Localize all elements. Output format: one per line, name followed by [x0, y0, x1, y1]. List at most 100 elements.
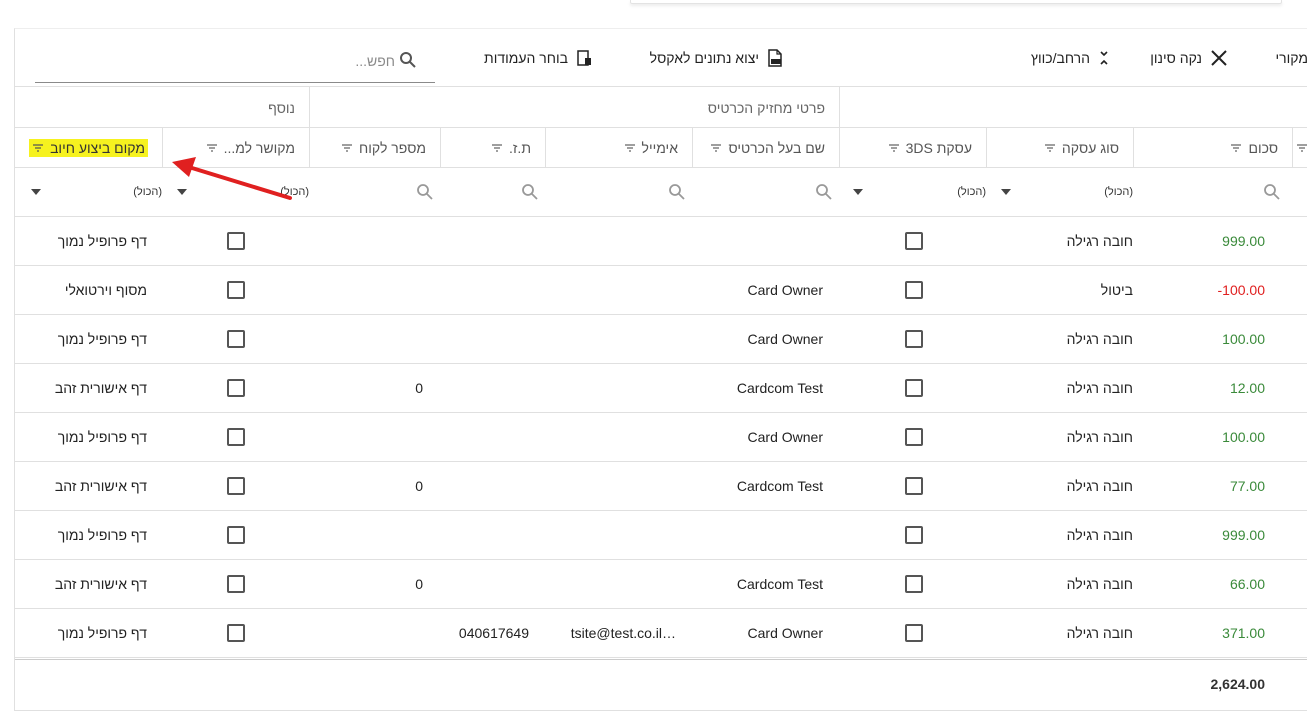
cell-amount: 12.00	[1229, 380, 1265, 396]
cell-deal-type: חובה רגילה	[1066, 429, 1133, 445]
id-number-filter-search[interactable]	[519, 168, 539, 216]
cell-card-owner: Cardcom Test	[736, 576, 823, 592]
cell-3ds-checkbox[interactable]	[905, 428, 923, 446]
search-box	[35, 42, 435, 83]
column-chooser-icon	[577, 50, 591, 66]
column-header-deal-type-label: סוג עסקה	[1061, 140, 1119, 156]
cell-3ds-checkbox[interactable]	[905, 624, 923, 642]
search-icon[interactable]	[668, 183, 686, 201]
clear-filter-button[interactable]: נקה סינון	[1150, 47, 1228, 69]
column-chooser-button[interactable]: בוחר העמודות	[484, 47, 592, 69]
search-input[interactable]	[95, 50, 395, 72]
filter-icon[interactable]	[32, 143, 44, 153]
table-row[interactable]: 66.00 חובה רגילה Cardcom Test 0 דף אישורית ז…	[15, 560, 1307, 609]
table-row[interactable]: 999.00 חובה רגילה דף פרופיל נמוך	[15, 217, 1307, 266]
column-header-charge-location[interactable]: מקום ביצוע חיוב	[15, 128, 162, 168]
filter-icon[interactable]	[624, 143, 636, 153]
cell-charge-location: דף פרופיל נמוך	[57, 429, 147, 445]
column-header-extra[interactable]	[1292, 128, 1307, 168]
table-row[interactable]: 12.00 חובה רגילה Cardcom Test 0 דף אישורית ז…	[15, 364, 1307, 413]
cell-card-owner: Cardcom Test	[736, 478, 823, 494]
filter-icon[interactable]	[710, 143, 722, 153]
search-icon[interactable]	[521, 183, 539, 201]
expand-collapse-button[interactable]: הרחב/כווץ	[1031, 47, 1110, 69]
column-chooser-label: בוחר העמודות	[484, 50, 568, 66]
original-button[interactable]: מקורי	[1276, 47, 1307, 69]
cell-linked-to-checkbox[interactable]	[227, 428, 245, 446]
column-header-customer-number[interactable]: מספר לקוח	[309, 128, 440, 168]
cell-linked-to-checkbox[interactable]	[227, 624, 245, 642]
linked-to-filter-value: (הכול)	[280, 186, 309, 198]
filter-icon[interactable]	[341, 143, 353, 153]
cell-amount: 999.00	[1222, 527, 1265, 543]
cell-deal-type: חובה רגילה	[1066, 331, 1133, 347]
card-owner-filter-search[interactable]	[813, 168, 833, 216]
cell-amount: 100.00	[1222, 429, 1265, 445]
top-strip	[0, 0, 1307, 28]
filter-icon[interactable]	[206, 143, 218, 153]
3ds-filter-select[interactable]: (הכול)	[853, 168, 986, 216]
cell-charge-location: דף אישורית זהב	[54, 380, 147, 396]
cell-3ds-checkbox[interactable]	[905, 575, 923, 593]
search-icon[interactable]	[416, 183, 434, 201]
deal-type-filter-value: (הכול)	[1104, 186, 1133, 198]
deal-type-filter-select[interactable]: (הכול)	[1001, 168, 1133, 216]
expand-collapse-label: הרחב/כווץ	[1030, 50, 1090, 66]
column-header-amount[interactable]: סכום	[1133, 128, 1292, 168]
data-grid: מקורי נקה סינון הרחב/כווץ יצוא נתונים לא…	[14, 28, 1307, 711]
cell-3ds-checkbox[interactable]	[905, 379, 923, 397]
cell-customer-number: 0	[415, 478, 423, 494]
cell-linked-to-checkbox[interactable]	[227, 477, 245, 495]
column-header-card-owner[interactable]: שם בעל הכרטיס	[692, 128, 839, 168]
column-header-3ds[interactable]: עסקת 3DS	[839, 128, 986, 168]
export-excel-label: יצוא נתונים לאקסל	[649, 50, 759, 66]
cell-linked-to-checkbox[interactable]	[227, 232, 245, 250]
table-row[interactable]: 100.00 חובה רגילה Card Owner דף פרופיל נמוך	[15, 413, 1307, 462]
cell-3ds-checkbox[interactable]	[905, 281, 923, 299]
cell-3ds-checkbox[interactable]	[905, 526, 923, 544]
cell-card-owner: Card Owner	[747, 331, 823, 347]
column-header-linked-to[interactable]: מקושר למ...	[162, 128, 309, 168]
excel-file-icon	[768, 49, 782, 67]
cell-id-number: 040617649	[458, 625, 529, 641]
cell-charge-location: דף פרופיל נמוך	[57, 331, 147, 347]
search-icon[interactable]	[815, 183, 833, 201]
cell-3ds-checkbox[interactable]	[905, 477, 923, 495]
cell-amount: 999.00	[1222, 233, 1265, 249]
search-icon[interactable]	[399, 51, 417, 69]
filter-icon[interactable]	[1230, 143, 1242, 153]
column-header-id-number[interactable]: ת.ז.	[440, 128, 545, 168]
linked-to-filter-select[interactable]: (הכול)	[177, 168, 309, 216]
column-header-3ds-label: עסקת 3DS	[905, 140, 972, 156]
charge-location-filter-select[interactable]: (הכול)	[31, 168, 162, 216]
table-row[interactable]: 77.00 חובה רגילה Cardcom Test 0 דף אישורית ז…	[15, 462, 1307, 511]
export-excel-button[interactable]: יצוא נתונים לאקסל	[650, 47, 783, 69]
table-row[interactable]: 100.00 חובה רגילה Card Owner דף פרופיל נמוך	[15, 315, 1307, 364]
cell-3ds-checkbox[interactable]	[905, 232, 923, 250]
cell-linked-to-checkbox[interactable]	[227, 575, 245, 593]
filter-icon[interactable]	[888, 143, 900, 153]
table-row[interactable]: 371.00 חובה רגילה Card Owner tsite@test.co.…	[15, 609, 1307, 658]
filter-icon[interactable]	[1044, 143, 1056, 153]
amount-filter-search[interactable]	[1251, 168, 1281, 216]
cell-linked-to-checkbox[interactable]	[227, 330, 245, 348]
filter-icon[interactable]	[491, 143, 503, 153]
cell-3ds-checkbox[interactable]	[905, 330, 923, 348]
filter-icon	[1297, 144, 1307, 152]
table-row[interactable]: 999.00 חובה רגילה דף פרופיל נמוך	[15, 511, 1307, 560]
cell-linked-to-checkbox[interactable]	[227, 526, 245, 544]
cell-charge-location: דף פרופיל נמוך	[57, 527, 147, 543]
search-icon[interactable]	[1263, 183, 1281, 201]
customer-number-filter-search[interactable]	[414, 168, 434, 216]
cell-card-owner: Card Owner	[747, 625, 823, 641]
table-row[interactable]: -100.00 ביטול Card Owner מסוף וירטואלי	[15, 266, 1307, 315]
cell-charge-location: דף אישורית זהב	[54, 576, 147, 592]
cell-charge-location: דף פרופיל נמוך	[57, 625, 147, 641]
cell-linked-to-checkbox[interactable]	[227, 281, 245, 299]
email-filter-search[interactable]	[666, 168, 686, 216]
column-header-deal-type[interactable]: סוג עסקה	[986, 128, 1133, 168]
expand-collapse-icon	[1100, 51, 1108, 65]
cell-linked-to-checkbox[interactable]	[227, 379, 245, 397]
cell-amount: 371.00	[1222, 625, 1265, 641]
column-header-email[interactable]: אימייל	[545, 128, 692, 168]
